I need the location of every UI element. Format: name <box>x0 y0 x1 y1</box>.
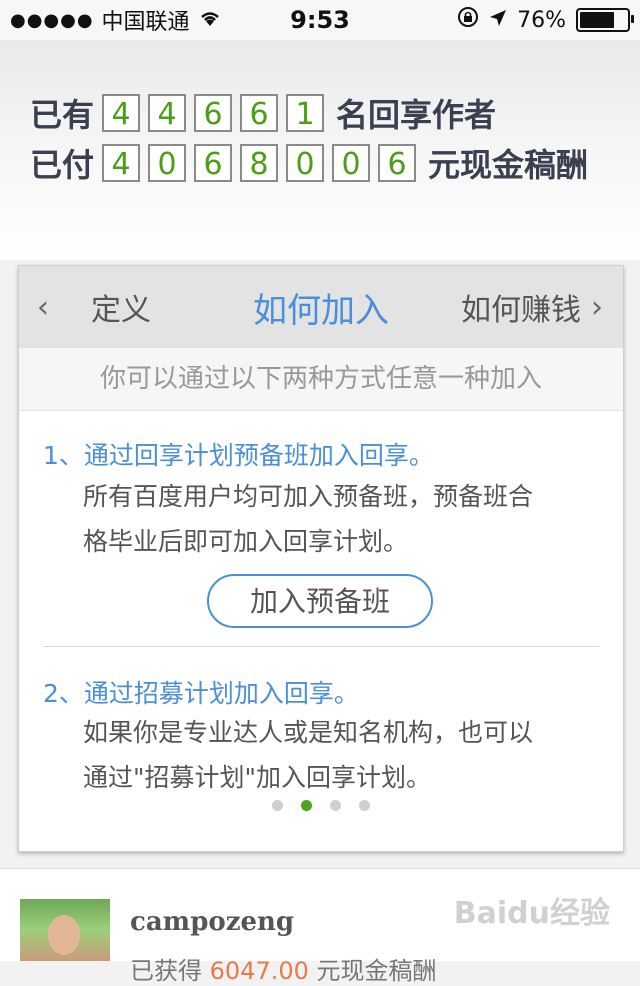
payout-digit: 0 <box>332 144 371 182</box>
divider <box>43 646 599 647</box>
payout-suffix: 元现金稿酬 <box>428 146 589 184</box>
avatar[interactable] <box>20 899 110 961</box>
page-dot[interactable] <box>272 800 283 811</box>
page-dot[interactable] <box>301 800 312 811</box>
baidu-watermark-logo: Baidu经验 <box>453 896 610 931</box>
chevron-left-icon[interactable]: ‹ <box>37 290 49 325</box>
page-indicator[interactable] <box>19 800 623 811</box>
chevron-right-icon[interactable]: › <box>591 290 603 325</box>
earnings-suffix: 元现金稿酬 <box>316 957 437 985</box>
authors-digit: 6 <box>240 94 279 132</box>
join-prep-class-button[interactable]: 加入预备班 <box>207 574 433 628</box>
authors-counter: 已有 44661 名回享作者 <box>30 90 496 136</box>
tab-how-to-earn[interactable]: 如何赚钱 <box>461 285 581 329</box>
join-info-card: ‹ 定义 如何加入 如何赚钱 › 你可以通过以下两种方式任意一种加入 1、通过回… <box>18 265 624 852</box>
payout-digit: 0 <box>148 144 187 182</box>
step1-desc-line1: 所有百度用户均可加入预备班，预备班合 <box>83 482 534 511</box>
card-subtitle: 你可以通过以下两种方式任意一种加入 <box>19 348 623 411</box>
lock-rotation-icon <box>457 6 479 34</box>
battery-icon <box>576 8 634 32</box>
tab-bar: ‹ 定义 如何加入 如何赚钱 › <box>19 266 623 348</box>
authors-digit: 6 <box>194 94 233 132</box>
page-dot[interactable] <box>359 800 370 811</box>
location-arrow-icon <box>489 8 507 33</box>
step1-title: 1、通过回享计划预备班加入回享。 <box>43 441 434 470</box>
authors-digit: 4 <box>102 94 141 132</box>
authors-digit: 4 <box>148 94 187 132</box>
authors-suffix: 名回享作者 <box>336 96 497 134</box>
step2-desc-line2: 通过"招募计划"加入回享计划。 <box>83 763 431 792</box>
step2-desc-line1: 如果你是专业达人或是知名机构，也可以 <box>83 718 534 747</box>
authors-digits: 44661 <box>102 94 332 132</box>
author-earnings: 已获得 6047.00 元现金稿酬 <box>130 951 437 986</box>
payout-digits: 4068006 <box>102 144 424 182</box>
page-dot[interactable] <box>330 800 341 811</box>
step1-desc-line2: 格毕业后即可加入回享计划。 <box>83 527 409 556</box>
earnings-amount: 6047.00 <box>209 957 309 985</box>
tab-how-to-join[interactable]: 如何加入 <box>253 283 389 332</box>
payout-counter: 已付 4068006 元现金稿酬 <box>30 140 588 186</box>
author-name[interactable]: campozeng <box>130 907 294 937</box>
payout-digit: 0 <box>286 144 325 182</box>
payout-digit: 6 <box>378 144 417 182</box>
step2-title: 2、通过招募计划加入回享。 <box>43 679 359 708</box>
stats-banner: 已有 44661 名回享作者 已付 4068006 元现金稿酬 <box>0 40 640 260</box>
battery-percent: 76% <box>517 7 566 33</box>
authors-prefix: 已有 <box>30 96 95 134</box>
payout-digit: 6 <box>194 144 233 182</box>
authors-digit: 1 <box>286 94 325 132</box>
earnings-prefix: 已获得 <box>130 957 202 985</box>
payout-digit: 4 <box>102 144 141 182</box>
status-bar: ●●●●● 中国联通 9:53 76% <box>0 0 640 40</box>
payout-prefix: 已付 <box>30 146 95 184</box>
payout-digit: 8 <box>240 144 279 182</box>
tab-definition[interactable]: 定义 <box>91 285 151 329</box>
